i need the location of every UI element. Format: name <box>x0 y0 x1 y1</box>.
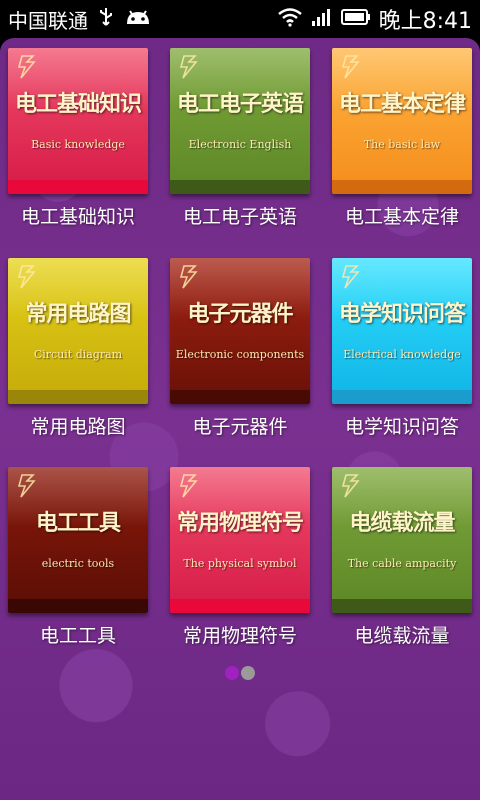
app-label: 常用物理符号 <box>182 625 297 647</box>
card-base <box>170 390 310 404</box>
card-title: 电工工具 <box>35 510 121 536</box>
signal-icon <box>311 7 333 31</box>
card-title: 电工基础知识 <box>14 91 142 117</box>
lightning-icon <box>340 473 362 499</box>
card-base <box>170 599 310 613</box>
lightning-icon <box>16 54 38 80</box>
app-label: 电缆载流量 <box>354 625 450 647</box>
app-label: 常用电路图 <box>30 416 126 438</box>
card-subtitle: Electronic English <box>188 138 292 151</box>
app-card[interactable]: 电工基础知识 Basic knowledge <box>8 48 148 194</box>
app-label: 电学知识问答 <box>344 416 459 438</box>
card-base <box>8 180 148 194</box>
card-base <box>332 180 472 194</box>
battery-icon <box>340 7 371 31</box>
app-label: 电工基础知识 <box>20 206 135 228</box>
card-title: 电子元器件 <box>187 301 293 327</box>
card-base <box>332 390 472 404</box>
page-dot[interactable] <box>241 666 255 680</box>
app-card[interactable]: 电工工具 electric tools <box>8 467 148 613</box>
page-indicator <box>0 666 480 680</box>
card-subtitle: Electrical knowledge <box>343 348 461 361</box>
card-title: 电缆载流量 <box>349 510 455 536</box>
card-subtitle: The basic law <box>363 138 441 151</box>
lightning-icon <box>16 473 38 499</box>
app-tile[interactable]: 电缆载流量 The cable ampacity 电缆载流量 <box>327 467 477 648</box>
card-title: 常用电路图 <box>25 301 131 327</box>
lightning-icon <box>178 473 200 499</box>
app-card[interactable]: 电工基本定律 The basic law <box>332 48 472 194</box>
app-tile[interactable]: 常用物理符号 The physical symbol 常用物理符号 <box>165 467 315 648</box>
page-dot-active[interactable] <box>225 666 239 680</box>
app-label: 电子元器件 <box>192 416 288 438</box>
card-title: 常用物理符号 <box>176 510 304 536</box>
app-card[interactable]: 电缆载流量 The cable ampacity <box>332 467 472 613</box>
card-title: 电工基本定律 <box>338 91 466 117</box>
app-tile[interactable]: 电工基本定律 The basic law 电工基本定律 <box>327 48 477 229</box>
app-tile[interactable]: 电学知识问答 Electrical knowledge 电学知识问答 <box>327 258 477 439</box>
app-tile[interactable]: 常用电路图 Circuit diagram 常用电路图 <box>3 258 153 439</box>
card-base <box>332 599 472 613</box>
app-label: 电工电子英语 <box>182 206 297 228</box>
app-tile[interactable]: 电工工具 electric tools 电工工具 <box>3 467 153 648</box>
app-card[interactable]: 电工电子英语 Electronic English <box>170 48 310 194</box>
card-subtitle: The physical symbol <box>183 557 297 570</box>
app-tile[interactable]: 电工电子英语 Electronic English 电工电子英语 <box>165 48 315 229</box>
card-title: 电学知识问答 <box>338 301 466 327</box>
lightning-icon <box>178 54 200 80</box>
launcher-screen: 电工基础知识 Basic knowledge 电工基础知识 电工电子英语 Ele… <box>0 38 480 800</box>
usb-icon <box>98 7 114 31</box>
lightning-icon <box>178 264 200 290</box>
carrier-label: 中国联通 <box>8 8 88 33</box>
app-card[interactable]: 电学知识问答 Electrical knowledge <box>332 258 472 404</box>
app-card[interactable]: 常用物理符号 The physical symbol <box>170 467 310 613</box>
status-bar: 中国联通 晚上8:41 <box>0 0 480 38</box>
card-base <box>8 599 148 613</box>
app-card[interactable]: 电子元器件 Electronic components <box>170 258 310 404</box>
card-title: 电工电子英语 <box>176 91 304 117</box>
wifi-icon <box>277 7 303 31</box>
card-subtitle: Basic knowledge <box>31 138 125 151</box>
card-subtitle: electric tools <box>41 557 115 570</box>
card-base <box>8 390 148 404</box>
card-subtitle: Electronic components <box>175 348 305 361</box>
app-label: 电工工具 <box>39 625 116 647</box>
clock: 晚上8:41 <box>378 9 472 34</box>
lightning-icon <box>16 264 38 290</box>
card-base <box>170 180 310 194</box>
android-icon <box>124 7 152 31</box>
app-tile[interactable]: 电工基础知识 Basic knowledge 电工基础知识 <box>3 48 153 229</box>
card-subtitle: Circuit diagram <box>33 348 123 361</box>
app-tile[interactable]: 电子元器件 Electronic components 电子元器件 <box>165 258 315 439</box>
lightning-icon <box>340 264 362 290</box>
app-card[interactable]: 常用电路图 Circuit diagram <box>8 258 148 404</box>
app-label: 电工基本定律 <box>344 206 459 228</box>
lightning-icon <box>340 54 362 80</box>
card-subtitle: The cable ampacity <box>347 557 457 570</box>
